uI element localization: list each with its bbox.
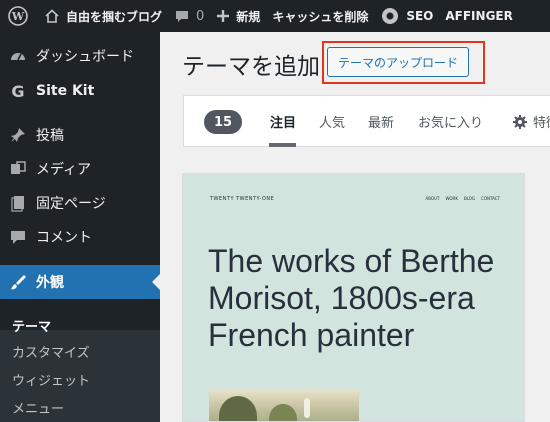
tab-feature-filter[interactable]: 特徴 [513, 112, 550, 131]
media-icon [0, 160, 36, 178]
theme-preview-nav-item: BLOG [463, 196, 476, 201]
tab-popular[interactable]: 人気 [319, 112, 345, 131]
appearance-submenu: テーマ カスタマイズ ウィジェット メニュー [0, 320, 160, 422]
seo-menu-link[interactable]: SEO [374, 0, 439, 32]
plus-icon [216, 9, 230, 23]
comments-count: 0 [196, 8, 205, 24]
dashboard-icon [0, 47, 36, 65]
wordpress-logo-icon: W [8, 6, 28, 26]
wordpress-logo-button[interactable]: W [0, 0, 38, 32]
sidebar-item-label: 固定ページ [36, 196, 106, 212]
clear-cache-label: キャッシュを削除 [272, 9, 369, 24]
affinger-label: AFFINGER [445, 9, 513, 23]
feature-filter-label: 特徴 [533, 116, 550, 131]
seo-gear-icon [380, 6, 400, 26]
comments-link[interactable]: 0 [168, 0, 210, 32]
site-name-link[interactable]: 自由を掴むブログ [38, 0, 168, 32]
theme-filter-bar: 15 注目 人気 最新 お気に入り 特徴 [183, 95, 550, 147]
submenu-item-customize[interactable]: カスタマイズ [12, 342, 90, 361]
home-icon [44, 8, 60, 24]
theme-count-badge: 15 [204, 110, 243, 134]
submenu-item-menus[interactable]: メニュー [12, 398, 64, 417]
theme-card[interactable]: TWENTY TWENTY-ONE ABOUT WORK BLOG CONTAC… [182, 173, 525, 422]
sidebar-item-label: メディア [36, 162, 92, 178]
comment-bubble-icon [174, 8, 190, 24]
sidebar-item-label: Site Kit [36, 83, 95, 99]
brush-icon [0, 273, 36, 291]
sidebar-item-dashboard[interactable]: ダッシュボード [0, 39, 160, 73]
sidebar-item-appearance[interactable]: 外観 [0, 265, 160, 299]
page-icon [0, 194, 36, 212]
sidebar-item-pages[interactable]: 固定ページ [0, 186, 160, 220]
google-g-icon: G [11, 81, 25, 101]
upload-theme-button[interactable]: テーマのアップロード [327, 47, 470, 77]
sidebar-item-site-kit[interactable]: G Site Kit [0, 74, 160, 108]
theme-preview-nav: ABOUT WORK BLOG CONTACT [426, 196, 501, 201]
theme-preview-nav-item: ABOUT [425, 196, 440, 201]
sidebar-item-label: 外観 [36, 275, 64, 291]
theme-preview-painting-image [209, 390, 359, 421]
new-content-link[interactable]: 新規 [210, 0, 266, 32]
sidebar-item-label: 投稿 [36, 128, 64, 144]
gear-icon [513, 114, 527, 129]
sidebar-item-label: コメント [36, 230, 92, 246]
current-menu-arrow [152, 274, 160, 290]
tab-latest[interactable]: 最新 [368, 112, 394, 131]
submenu-item-widgets[interactable]: ウィジェット [12, 370, 90, 389]
tab-favorites[interactable]: お気に入り [418, 112, 483, 131]
sidebar-item-media[interactable]: メディア [0, 152, 160, 186]
seo-label: SEO [406, 9, 434, 23]
theme-preview-site-title: TWENTY TWENTY-ONE [210, 196, 275, 202]
tab-featured[interactable]: 注目 [270, 112, 296, 131]
admin-sidebar: ダッシュボード G Site Kit 投稿 メディア 固定ページ コメント 外観 [0, 32, 160, 422]
sidebar-item-comments[interactable]: コメント [0, 220, 160, 254]
theme-preview-nav-item: CONTACT [481, 196, 500, 201]
new-label: 新規 [236, 9, 261, 24]
affinger-menu-link[interactable]: AFFINGER [439, 0, 518, 32]
site-name: 自由を掴むブログ [66, 9, 163, 24]
page-title: テーマを追加 [182, 54, 320, 80]
clear-cache-link[interactable]: キャッシュを削除 [266, 0, 374, 32]
comment-icon [0, 228, 36, 246]
active-tab-indicator [269, 143, 296, 147]
sidebar-item-posts[interactable]: 投稿 [0, 118, 160, 152]
svg-text:W: W [11, 10, 25, 23]
pin-icon [0, 126, 36, 144]
submenu-item-themes[interactable]: テーマ [12, 316, 51, 335]
sidebar-item-label: ダッシュボード [36, 49, 134, 65]
admin-bar: W 自由を掴むブログ 0 新規 キャッシュを削除 SEO AFFINGER [0, 0, 550, 32]
theme-preview-nav-item: WORK [445, 196, 458, 201]
theme-preview-heading: The works of Berthe Morisot, 1800s-era F… [208, 243, 495, 353]
